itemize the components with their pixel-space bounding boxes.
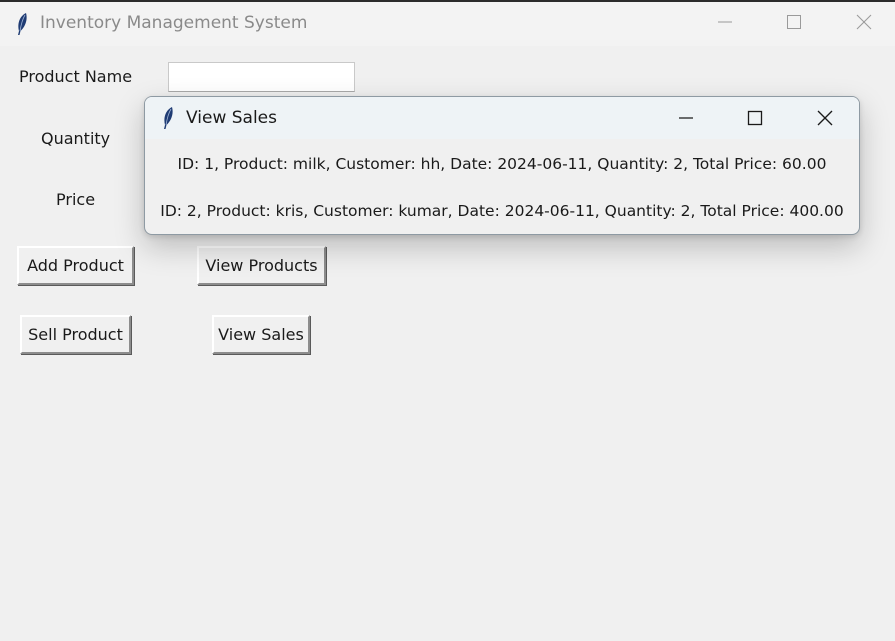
price-label: Price (56, 190, 96, 209)
feather-icon (18, 13, 27, 35)
product-name-input[interactable] (168, 62, 355, 92)
sale-record-1: ID: 1, Product: milk, Customer: hh, Date… (177, 155, 827, 173)
close-icon (817, 110, 833, 126)
close-icon (856, 14, 872, 30)
sell-product-button[interactable]: Sell Product (20, 315, 131, 354)
maximize-icon (747, 110, 763, 126)
popup-titlebar[interactable]: View Sales (145, 97, 859, 139)
sale-record-2: ID: 2, Product: kris, Customer: kumar, D… (160, 202, 844, 220)
popup-maximize-button[interactable] (732, 98, 778, 138)
quantity-label: Quantity (41, 129, 111, 148)
window-title: Inventory Management System (40, 13, 308, 33)
main-titlebar[interactable]: Inventory Management System (0, 2, 895, 46)
minimize-icon (679, 117, 693, 119)
view-products-button[interactable]: View Products (197, 246, 326, 285)
close-button[interactable] (841, 2, 887, 42)
maximize-button[interactable] (771, 2, 817, 42)
popup-minimize-button[interactable] (663, 98, 709, 138)
view-sales-button[interactable]: View Sales (212, 315, 310, 354)
minimize-button[interactable] (702, 2, 748, 42)
minimize-icon (718, 21, 732, 23)
add-product-button[interactable]: Add Product (17, 246, 134, 285)
popup-close-button[interactable] (802, 98, 848, 138)
popup-window-title: View Sales (186, 108, 277, 128)
view-sales-window: View Sales ID: 1, Product: milk, Custome… (144, 96, 860, 235)
product-name-label: Product Name (19, 67, 133, 86)
feather-icon (164, 107, 173, 129)
maximize-icon (787, 15, 801, 29)
